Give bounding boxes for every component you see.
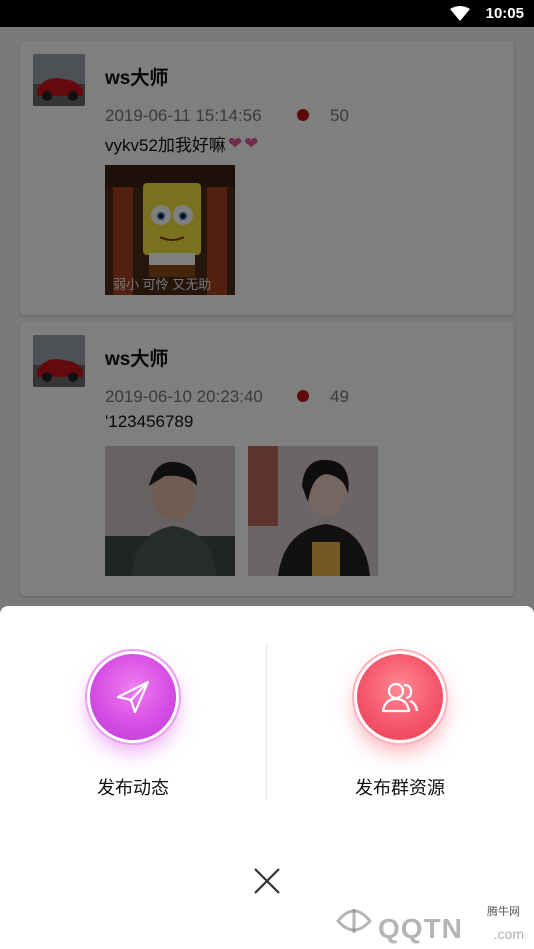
status-bar: 10:05 [0, 0, 534, 27]
action-label: 发布动态 [97, 778, 169, 798]
action-circle[interactable] [90, 654, 176, 740]
publish-group-resource-button[interactable]: 发布群资源 [300, 654, 500, 804]
wifi-icon [450, 6, 470, 21]
watermark-small: 腾牛网 [487, 906, 520, 918]
group-icon [381, 682, 419, 713]
watermark: 腾牛网 QQTN .com [330, 895, 530, 945]
send-icon [116, 680, 150, 714]
status-time: 10:05 [485, 5, 524, 22]
action-label: 发布群资源 [355, 778, 445, 798]
watermark-text: QQTN [378, 913, 463, 944]
divider [266, 644, 267, 800]
close-icon [254, 868, 280, 894]
close-button[interactable] [250, 864, 284, 898]
watermark-logo [336, 909, 372, 933]
action-circle[interactable] [357, 654, 443, 740]
watermark-suffix: .com [493, 926, 524, 942]
publish-post-button[interactable]: 发布动态 [33, 654, 233, 804]
